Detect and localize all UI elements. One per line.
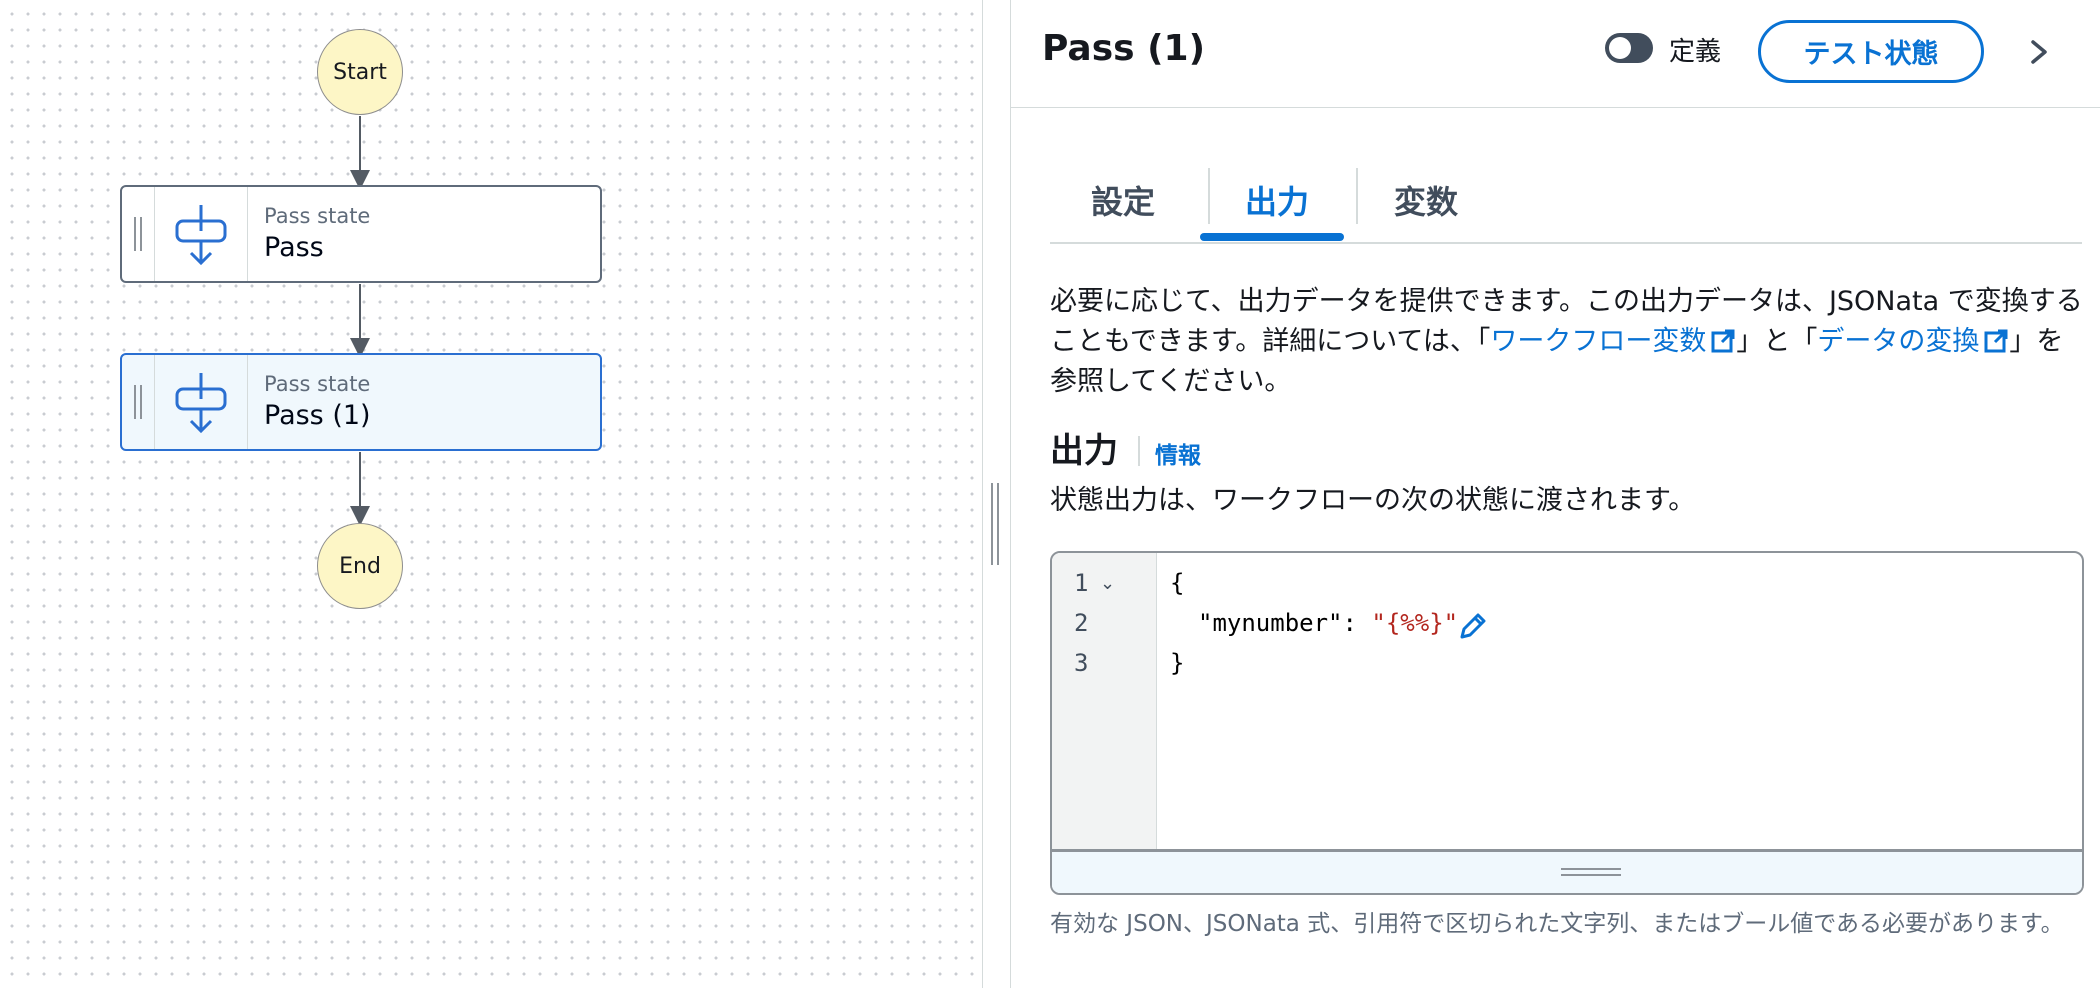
definition-toggle[interactable] — [1605, 33, 1653, 63]
workflow-edges — [350, 116, 370, 526]
pass-state-icon — [155, 187, 248, 281]
state-name-label: Pass — [264, 232, 324, 263]
desc-text-2: 」と「 — [1736, 326, 1818, 357]
output-constraint-hint: 有効な JSON、JSONata 式、引用符で区切られた文字列、またはブール値で… — [1050, 911, 2064, 937]
heading-divider — [1138, 436, 1140, 466]
state-node-pass-1[interactable]: Pass state Pass (1) — [120, 353, 602, 451]
data-transform-link-text: データの変換 — [1817, 326, 1980, 357]
drag-handle[interactable] — [122, 355, 155, 449]
start-label: Start — [333, 59, 387, 85]
output-code-editor[interactable]: 1 ⌄ 2 3 { "mynumber": "{%%}" } — [1050, 551, 2084, 895]
code-key: "mynumber": — [1198, 609, 1372, 637]
editor-resize-handle[interactable] — [1052, 849, 2082, 893]
fold-chevron-icon[interactable]: ⌄ — [1100, 573, 1115, 594]
pencil-icon[interactable] — [1458, 611, 1488, 641]
code-line-3: } — [1170, 649, 1185, 677]
splitter-grip-icon — [991, 483, 999, 565]
workflow-canvas[interactable]: Start Pass state Pass Pass state Pass (1… — [0, 0, 982, 988]
chevron-right-icon[interactable] — [2027, 34, 2053, 70]
editor-gutter: 1 ⌄ 2 3 — [1052, 553, 1157, 849]
tab-settings[interactable]: 設定 — [1050, 160, 1196, 240]
external-link-icon — [1984, 329, 2008, 353]
info-link[interactable]: 情報 — [1155, 436, 1201, 470]
line-number: 1 — [1074, 569, 1089, 597]
end-label: End — [339, 553, 381, 579]
workflow-variables-link[interactable]: ワークフロー変数 — [1490, 326, 1736, 357]
inspector-panel: Pass (1) 定義 テスト状態 設定 出力 変数 必要に応じて、出力データを… — [1011, 0, 2100, 988]
state-type-label: Pass state — [264, 372, 371, 396]
start-node[interactable]: Start — [317, 29, 403, 115]
drag-handle[interactable] — [122, 187, 155, 281]
resize-grip-icon — [1561, 868, 1621, 876]
panel-header: Pass (1) 定義 テスト状態 — [1011, 0, 2100, 108]
line-number: 2 — [1074, 609, 1089, 637]
code-line-1: { — [1170, 569, 1185, 597]
code-line-2: "mynumber": "{%%}" — [1198, 609, 1458, 637]
end-node[interactable]: End — [317, 523, 403, 609]
workflow-variables-link-text: ワークフロー変数 — [1490, 326, 1707, 357]
state-name-label: Pass (1) — [264, 400, 371, 431]
tab-output[interactable]: 出力 — [1210, 160, 1344, 240]
code-string-value: "{%%}" — [1371, 609, 1459, 637]
definition-toggle-label: 定義 — [1669, 37, 1722, 67]
tab-variables[interactable]: 変数 — [1358, 160, 1494, 240]
active-tab-indicator — [1200, 233, 1344, 241]
panel-resize-splitter[interactable] — [982, 0, 1011, 988]
state-node-pass[interactable]: Pass state Pass — [120, 185, 602, 283]
output-heading: 出力 — [1050, 431, 1118, 471]
tab-list: 設定 出力 変数 — [1050, 160, 2082, 244]
pass-state-icon — [155, 355, 248, 449]
line-number: 3 — [1074, 649, 1089, 677]
panel-title: Pass (1) — [1042, 28, 1206, 69]
test-state-button[interactable]: テスト状態 — [1758, 20, 1984, 83]
output-field-description: 状態出力は、ワークフローの次の状態に渡されます。 — [1050, 485, 1696, 516]
state-type-label: Pass state — [264, 204, 371, 228]
external-link-icon — [1711, 329, 1735, 353]
output-description: 必要に応じて、出力データを提供できます。この出力データは、JSONata で変換… — [1050, 282, 2085, 402]
data-transform-link[interactable]: データの変換 — [1817, 326, 2009, 357]
